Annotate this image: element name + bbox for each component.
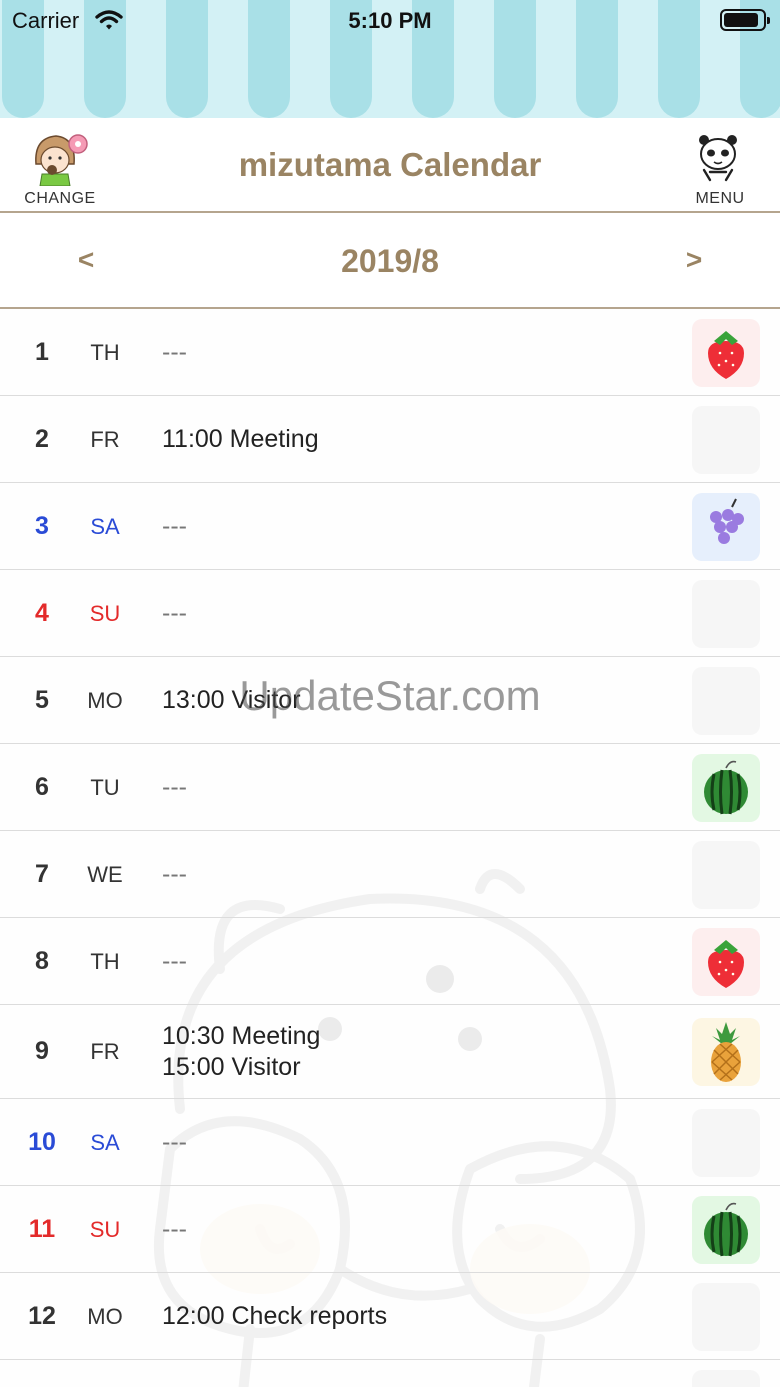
watermelon-stamp-icon[interactable] bbox=[692, 753, 760, 822]
empty-stamp-slot[interactable] bbox=[692, 840, 760, 909]
day-number: 9 bbox=[35, 1037, 49, 1065]
day-number: 8 bbox=[35, 946, 49, 975]
day-number: 2 bbox=[35, 424, 49, 453]
day-row[interactable]: 9 FR 10:30 Meeting 15:00 Visitor bbox=[0, 1005, 780, 1099]
day-row[interactable]: 13TU--- bbox=[0, 1360, 780, 1387]
app-header: CHANGE mizutama Calendar MENU bbox=[0, 118, 780, 213]
no-event-placeholder: --- bbox=[162, 947, 187, 975]
day-number: 1 bbox=[35, 337, 49, 366]
day-number: 4 bbox=[35, 598, 49, 627]
empty-stamp-slot[interactable] bbox=[692, 1108, 760, 1177]
change-label: CHANGE bbox=[24, 190, 96, 207]
grape-stamp-icon[interactable] bbox=[692, 492, 760, 561]
day-row[interactable]: 10 SA --- bbox=[0, 1099, 780, 1186]
strawberry-stamp-icon[interactable] bbox=[692, 927, 760, 996]
watermelon-stamp-icon[interactable] bbox=[692, 1195, 760, 1264]
no-event-placeholder: --- bbox=[162, 338, 187, 366]
empty-stamp-slot[interactable] bbox=[692, 666, 760, 735]
weekday-label: TH bbox=[90, 339, 120, 365]
day-row[interactable]: 11 SU --- bbox=[0, 1186, 780, 1273]
empty-stamp-slot[interactable] bbox=[692, 579, 760, 648]
weekday-label: MO bbox=[87, 1303, 123, 1329]
empty-stamp-slot[interactable] bbox=[692, 405, 760, 474]
weekday-label: SA bbox=[90, 513, 120, 539]
weekday-label: TU bbox=[90, 774, 120, 800]
no-event-placeholder: --- bbox=[162, 773, 187, 801]
day-row[interactable]: 4 SU --- bbox=[0, 570, 780, 657]
day-row[interactable]: 1 TH --- bbox=[0, 309, 780, 396]
day-row[interactable]: 7 WE --- bbox=[0, 831, 780, 918]
event-text: 12:00 Check reports bbox=[162, 1302, 388, 1330]
event-text: 15:00 Visitor bbox=[162, 1053, 301, 1081]
event-text: 10:30 Meeting bbox=[162, 1022, 321, 1050]
day-row[interactable]: 2 FR 11:00 Meeting bbox=[0, 396, 780, 483]
no-event-placeholder: --- bbox=[162, 1215, 187, 1243]
day-number: 5 bbox=[35, 685, 49, 714]
weekday-label: WE bbox=[87, 861, 123, 887]
menu-label: MENU bbox=[695, 190, 745, 207]
panda-icon bbox=[699, 135, 737, 182]
strawberry-stamp-icon[interactable] bbox=[692, 318, 760, 387]
day-list[interactable]: 1 TH --- 2 FR 11:00 Meeting 3 SA --- 4 SU --- 5 MO 13:… bbox=[0, 309, 780, 1387]
no-event-placeholder: --- bbox=[162, 512, 187, 540]
status-time: 5:10 PM bbox=[348, 8, 432, 33]
app-title: mizutama Calendar bbox=[238, 146, 542, 183]
empty-stamp-slot[interactable] bbox=[692, 1282, 760, 1351]
weekday-label: TH bbox=[90, 948, 120, 974]
weekday-label: SA bbox=[90, 1129, 120, 1155]
no-event-placeholder: --- bbox=[162, 599, 187, 627]
weekday-label: SU bbox=[89, 1216, 121, 1242]
day-row[interactable]: 5 MO 13:00 Visitor bbox=[0, 657, 780, 744]
no-event-placeholder: --- bbox=[162, 860, 187, 888]
current-month: 2019/8 bbox=[341, 243, 439, 279]
day-number: 6 bbox=[35, 772, 49, 801]
no-event-placeholder: --- bbox=[162, 1128, 187, 1156]
event-text: 11:00 Meeting bbox=[162, 425, 319, 453]
day-number: 12 bbox=[28, 1301, 56, 1330]
event-text: 13:00 Visitor bbox=[162, 686, 301, 714]
day-number: 3 bbox=[35, 511, 49, 540]
weekday-label: FR bbox=[90, 1039, 120, 1064]
awning-status-bar: Carrier 5:10 PM bbox=[0, 0, 780, 118]
day-number: 7 bbox=[35, 859, 49, 888]
battery-icon bbox=[720, 9, 770, 31]
next-month-button[interactable]: > bbox=[664, 235, 724, 285]
day-row[interactable]: 6 TU --- bbox=[0, 744, 780, 831]
weekday-label: SU bbox=[89, 600, 121, 626]
pineapple-stamp-icon[interactable] bbox=[692, 1018, 760, 1086]
weekday-label: MO bbox=[87, 687, 123, 713]
day-row[interactable]: 12 MO 12:00 Check reports bbox=[0, 1273, 780, 1360]
day-number: 10 bbox=[28, 1127, 56, 1156]
month-navigation: < 2019/8 > bbox=[0, 213, 780, 309]
day-row[interactable]: 3 SA --- bbox=[0, 483, 780, 570]
day-row[interactable]: 8 TH --- bbox=[0, 918, 780, 1005]
empty-stamp-slot[interactable] bbox=[692, 1369, 760, 1387]
status-bar: Carrier 5:10 PM bbox=[0, 0, 780, 40]
weekday-label: FR bbox=[90, 426, 120, 452]
day-number: 11 bbox=[28, 1214, 56, 1243]
menu-button[interactable]: MENU bbox=[672, 130, 768, 208]
